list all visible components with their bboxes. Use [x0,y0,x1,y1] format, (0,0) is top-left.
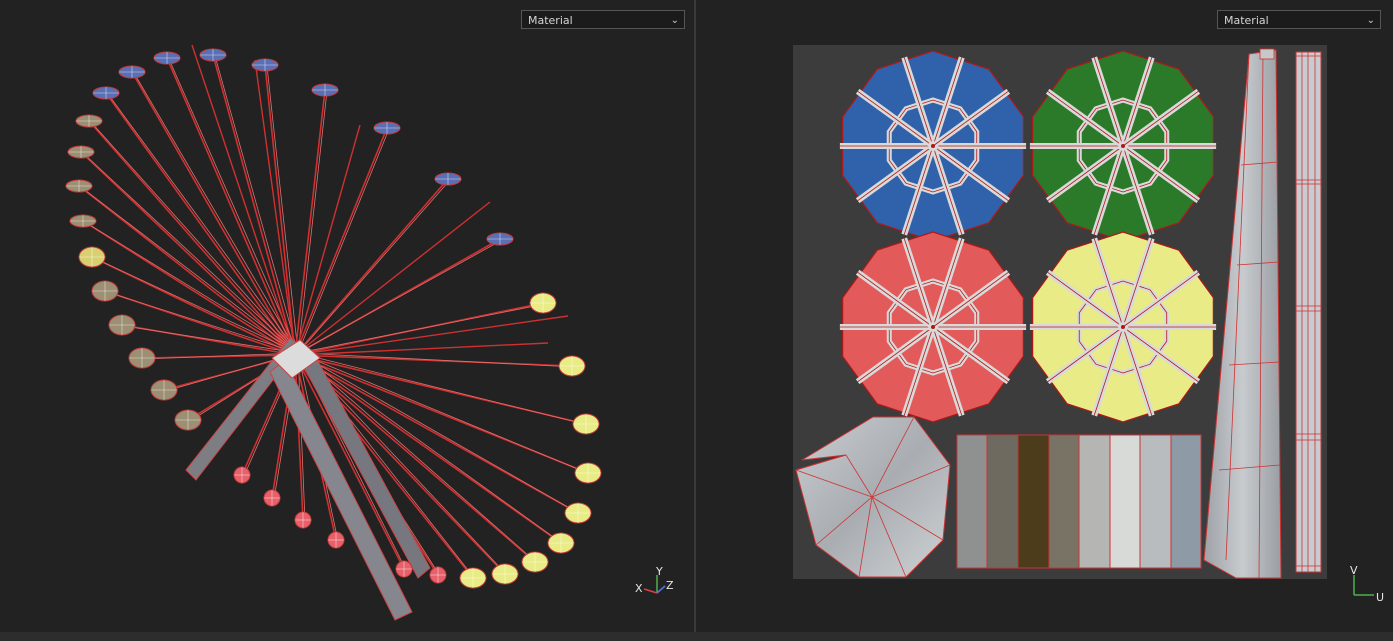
axis-label-y: Y [655,565,663,578]
axis-label-u: U [1376,591,1384,604]
3d-viewport[interactable]: Y X Z Material ⌄ [0,0,694,632]
material-select-3d[interactable]: Material ⌄ [521,10,685,29]
uv-viewport[interactable]: V U Material ⌄ [696,0,1393,632]
axis-gizmo-uv: V U [1350,564,1384,604]
material-select-label: Material [528,14,573,27]
chevron-down-icon: ⌄ [670,15,679,26]
material-select-label: Material [1224,14,1269,27]
wheel-gondolas [65,48,602,589]
status-strip [0,632,1393,641]
axis-label-x: X [635,582,643,595]
axis-label-v: V [1350,564,1358,577]
3d-scene[interactable]: Y X Z [0,0,694,632]
uv-island-strips [956,434,1202,569]
material-select-uv[interactable]: Material ⌄ [1217,10,1381,29]
axis-gizmo-3d: Y X Z [635,565,674,595]
uv-island-thin-strip [1295,51,1322,573]
chevron-down-icon: ⌄ [1366,15,1375,26]
axis-label-z: Z [666,579,674,592]
uv-scene[interactable]: V U [696,0,1393,632]
